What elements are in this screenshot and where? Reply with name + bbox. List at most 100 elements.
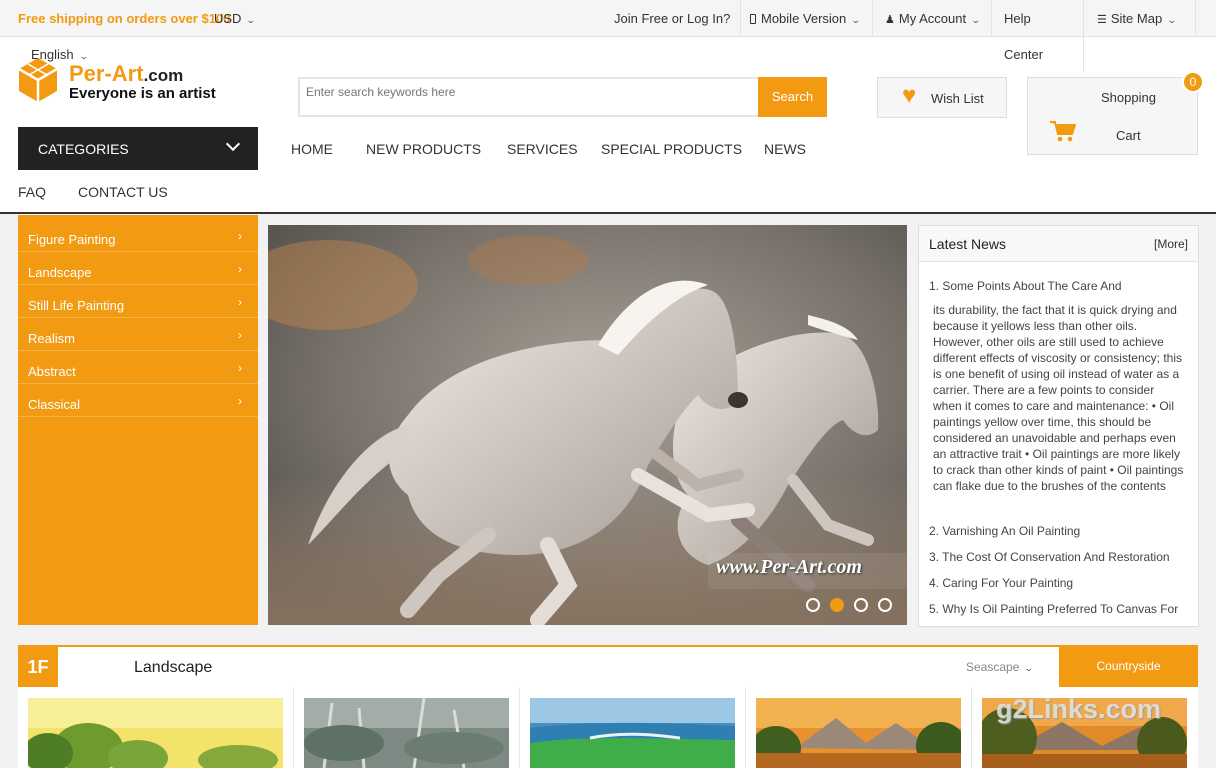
- menu-item-label: Realism: [28, 331, 75, 346]
- site-map-menu[interactable]: ☰ Site Map ⌄: [1097, 11, 1177, 26]
- currency-selector[interactable]: USD ⌄: [214, 11, 256, 26]
- landscape-painting-thumbnail: [530, 698, 735, 768]
- menu-item-label: Abstract: [28, 364, 76, 379]
- slide-dot-1[interactable]: [806, 598, 820, 612]
- category-menu: Figure Painting › Landscape › Still Life P…: [18, 215, 258, 625]
- nav-faq[interactable]: FAQ: [18, 184, 46, 200]
- categories-dropdown[interactable]: CATEGORIES: [18, 127, 258, 170]
- menu-item-still-life[interactable]: Still Life Painting ›: [18, 285, 258, 318]
- help-link[interactable]: Help: [1004, 11, 1031, 26]
- menu-item-realism[interactable]: Realism ›: [18, 318, 258, 351]
- nav-contact-us[interactable]: CONTACT US: [78, 184, 168, 200]
- menu-item-label: Landscape: [28, 265, 92, 280]
- tab-countryside[interactable]: Countryside: [1059, 647, 1198, 687]
- list-icon: ☰: [1097, 14, 1107, 26]
- landscape-painting-thumbnail: [304, 698, 509, 768]
- chevron-right-icon: ›: [238, 394, 242, 408]
- news-more-link[interactable]: [More]: [1154, 237, 1188, 251]
- menu-item-classical[interactable]: Classical ›: [18, 384, 258, 417]
- floor-header: 1F Landscape Seascape ⌄ Countryside: [18, 645, 1198, 687]
- floor-number: 1F: [18, 647, 58, 687]
- chevron-right-icon: ›: [238, 361, 242, 375]
- news-item[interactable]: 4. Caring For Your Painting: [929, 576, 1073, 590]
- search-button[interactable]: Search: [758, 77, 827, 117]
- mobile-version-menu[interactable]: Mobile Version ⌄: [750, 11, 861, 26]
- help-center-link[interactable]: Center: [1004, 47, 1043, 62]
- mobile-icon: [750, 14, 756, 24]
- news-excerpt: its durability, the fact that it is quic…: [933, 303, 1184, 493]
- mobile-version-label: Mobile Version: [761, 11, 847, 26]
- news-item[interactable]: 5. Why Is Oil Painting Preferred To Canv…: [929, 602, 1178, 616]
- logo-main-text: Per-Art: [69, 61, 144, 86]
- banner-watermark: www.Per-Art.com: [716, 556, 862, 578]
- menu-item-label: Still Life Painting: [28, 298, 125, 313]
- site-map-label: Site Map: [1110, 11, 1163, 26]
- nav-special-products[interactable]: SPECIAL PRODUCTS: [601, 141, 742, 157]
- product-card[interactable]: [18, 687, 294, 768]
- chevron-down-icon: ⌄: [1024, 663, 1035, 673]
- product-card[interactable]: [746, 687, 972, 768]
- chevron-right-icon: ›: [238, 295, 242, 309]
- header: English ⌄ Center Per-Art.com Everyone is …: [0, 37, 1216, 214]
- divider: [1083, 0, 1084, 37]
- landscape-painting-thumbnail: [756, 698, 961, 768]
- news-item[interactable]: 3. The Cost Of Conservation And Restorat…: [929, 550, 1170, 564]
- join-login-link[interactable]: Join Free or Log In?: [614, 11, 730, 26]
- hero-banner[interactable]: www.Per-Art.com: [268, 225, 907, 625]
- divider: [991, 0, 992, 37]
- cart-count-badge: 0: [1182, 71, 1204, 93]
- nav-news[interactable]: NEWS: [764, 141, 806, 157]
- heart-icon: ♥: [902, 82, 917, 109]
- tab-seascape[interactable]: Seascape ⌄: [966, 660, 1035, 674]
- chevron-down-icon: ⌄: [1167, 15, 1177, 25]
- top-bar: Free shipping on orders over $100 USD ⌄ J…: [0, 0, 1216, 37]
- cart-label-line1: Shopping: [1101, 90, 1156, 105]
- nav-home[interactable]: HOME: [291, 141, 333, 157]
- user-icon: ♟: [885, 14, 895, 26]
- product-card[interactable]: [294, 687, 520, 768]
- my-account-menu[interactable]: ♟ My Account ⌄: [885, 11, 981, 26]
- chevron-right-icon: ›: [238, 229, 242, 243]
- cart-icon: [1050, 121, 1076, 142]
- logo-tagline: Everyone is an artist: [69, 85, 216, 102]
- wish-list-button[interactable]: ♥ Wish List: [877, 77, 1007, 118]
- currency-label: USD: [214, 11, 242, 26]
- chevron-down-icon: [225, 136, 241, 152]
- my-account-label: My Account: [898, 11, 967, 26]
- nav-services[interactable]: SERVICES: [507, 141, 578, 157]
- chevron-right-icon: ›: [238, 262, 242, 276]
- divider: [740, 0, 741, 37]
- menu-item-landscape[interactable]: Landscape ›: [18, 252, 258, 285]
- landscape-painting-thumbnail: [28, 698, 283, 768]
- news-item[interactable]: 2. Varnishing An Oil Painting: [929, 524, 1080, 538]
- shopping-cart-button[interactable]: Shopping Cart: [1027, 77, 1198, 155]
- tab-seascape-label: Seascape: [966, 660, 1020, 674]
- menu-item-abstract[interactable]: Abstract ›: [18, 351, 258, 384]
- wish-list-label: Wish List: [931, 91, 984, 106]
- search-input[interactable]: [300, 79, 758, 115]
- logo-cube-icon[interactable]: [18, 57, 58, 103]
- categories-label: CATEGORIES: [38, 141, 129, 157]
- latest-news-panel: Latest News [More] 1. Some Points About …: [918, 225, 1199, 627]
- news-item[interactable]: 1. Some Points About The Care And: [929, 279, 1122, 293]
- product-card[interactable]: [520, 687, 746, 768]
- divider: [1195, 0, 1196, 37]
- slide-dot-3[interactable]: [854, 598, 868, 612]
- menu-item-label: Classical: [28, 397, 81, 412]
- menu-item-label: Figure Painting: [28, 232, 116, 247]
- free-shipping-notice: Free shipping on orders over $100: [18, 11, 231, 26]
- search-box: [298, 77, 758, 117]
- nav-new-products[interactable]: NEW PRODUCTS: [366, 141, 481, 157]
- slide-dot-4[interactable]: [878, 598, 892, 612]
- logo-text[interactable]: Per-Art.com: [69, 61, 183, 87]
- cart-label-line2: Cart: [1116, 128, 1141, 143]
- news-title: Latest News: [929, 236, 1007, 252]
- menu-item-figure-painting[interactable]: Figure Painting ›: [18, 219, 258, 252]
- chevron-down-icon: ⌄: [851, 15, 861, 25]
- chevron-right-icon: ›: [238, 328, 242, 342]
- divider: [1083, 37, 1084, 71]
- divider: [872, 0, 873, 37]
- chevron-down-icon: ⌄: [970, 15, 981, 25]
- site-watermark: g2Links.com: [996, 694, 1162, 724]
- slide-dot-2[interactable]: [830, 598, 844, 612]
